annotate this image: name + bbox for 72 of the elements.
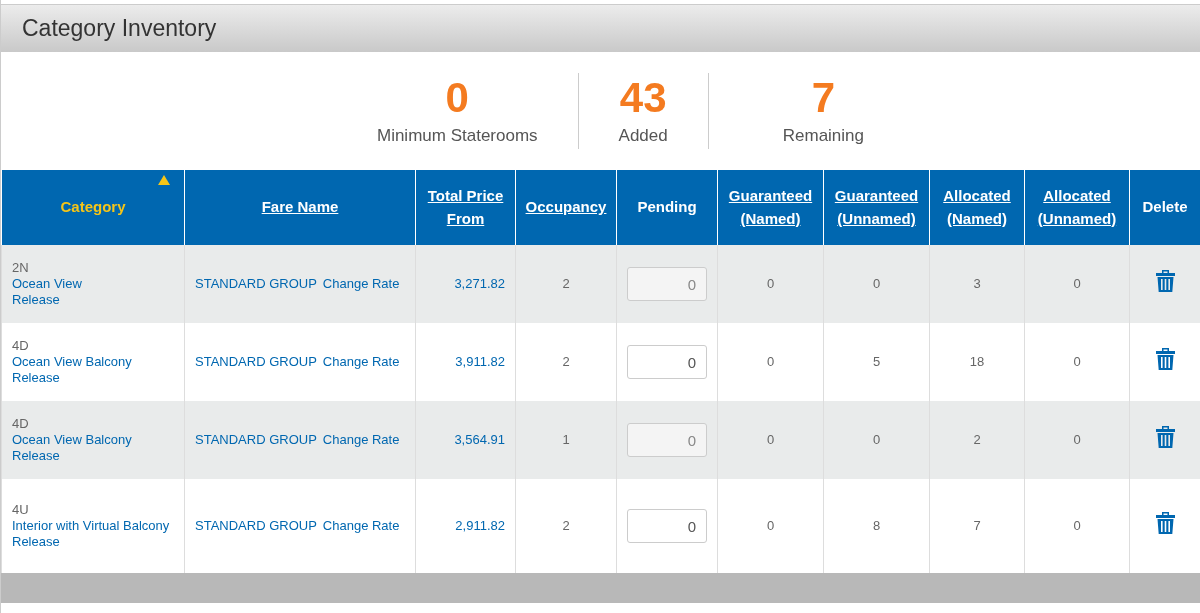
- category-code: 4U: [12, 502, 30, 518]
- change-rate-link[interactable]: Change Rate: [322, 276, 400, 292]
- column-header: Delete: [1142, 197, 1188, 218]
- stat-value: 7: [811, 73, 836, 124]
- table-cell: 2: [562, 276, 570, 292]
- column-header: Pending: [637, 197, 697, 218]
- column-header[interactable]: Fare Name: [261, 196, 339, 219]
- total-price-link[interactable]: 3,911.82: [455, 354, 505, 370]
- category-name-link[interactable]: Ocean View Balcony: [12, 354, 174, 370]
- fare-name: STANDARD GROUP: [195, 432, 317, 448]
- table-cell: 2: [562, 518, 570, 534]
- release-link[interactable]: Release: [12, 292, 174, 308]
- stat-label: Added: [618, 125, 668, 148]
- category-name-link[interactable]: Interior with Virtual Balcony: [12, 518, 174, 534]
- category-name-link[interactable]: Ocean View Balcony: [12, 432, 174, 448]
- fare-name: STANDARD GROUP: [195, 354, 317, 370]
- change-rate-link[interactable]: Change Rate: [322, 518, 400, 534]
- category-code: 2N: [12, 260, 30, 276]
- release-link[interactable]: Release: [12, 448, 174, 464]
- table-cell: 3: [973, 276, 981, 292]
- trash-icon: [1155, 426, 1175, 449]
- stat-value: 43: [619, 73, 667, 124]
- table-cell: 1: [562, 432, 570, 448]
- stat-label: Remaining: [782, 125, 864, 148]
- release-link[interactable]: Release: [12, 370, 174, 386]
- column-header[interactable]: Allocated (Unnamed): [1029, 185, 1125, 230]
- total-price-link[interactable]: 3,564.91: [454, 432, 505, 448]
- column-header[interactable]: Occupancy: [525, 196, 607, 219]
- trash-icon: [1155, 512, 1175, 535]
- table-cell: 0: [766, 432, 775, 448]
- delete-button[interactable]: [1155, 348, 1175, 371]
- change-rate-link[interactable]: Change Rate: [322, 354, 400, 370]
- category-code: 4D: [12, 338, 30, 354]
- total-price-link[interactable]: 3,271.82: [454, 276, 505, 292]
- delete-button[interactable]: [1155, 512, 1175, 535]
- column-header[interactable]: Allocated (Named): [934, 185, 1020, 230]
- fare-name: STANDARD GROUP: [195, 276, 317, 292]
- release-link[interactable]: Release: [12, 534, 174, 550]
- table-cell: 2: [973, 432, 981, 448]
- category-code: 4D: [12, 416, 30, 432]
- stat-value: 0: [445, 73, 469, 124]
- table-cell: 0: [766, 518, 775, 534]
- panel-title: Category Inventory: [22, 14, 217, 44]
- category-name-link[interactable]: Ocean View: [12, 276, 174, 292]
- table-cell: 5: [872, 354, 881, 370]
- trash-icon: [1155, 348, 1175, 371]
- table-cell: 0: [872, 432, 881, 448]
- table-cell: 0: [1073, 518, 1081, 534]
- table-cell: 0: [766, 276, 775, 292]
- table-cell: 0: [1073, 276, 1081, 292]
- table-cell: 8: [872, 518, 881, 534]
- delete-button[interactable]: [1155, 426, 1175, 449]
- pending-input[interactable]: 0: [627, 509, 707, 543]
- sort-ascending-icon: [158, 175, 170, 185]
- column-header[interactable]: Guaranteed (Named): [722, 185, 819, 230]
- table-cell: 2: [562, 354, 570, 370]
- table-cell: 0: [766, 354, 775, 370]
- fare-name: STANDARD GROUP: [195, 518, 317, 534]
- column-header[interactable]: Category: [60, 196, 126, 219]
- column-header[interactable]: Total Price From: [420, 185, 511, 230]
- table-cell: 0: [872, 276, 881, 292]
- table-cell: 18: [969, 354, 985, 370]
- delete-button[interactable]: [1155, 270, 1175, 293]
- table-cell: 0: [1073, 432, 1081, 448]
- total-price-link[interactable]: 2,911.82: [455, 518, 505, 534]
- change-rate-link[interactable]: Change Rate: [322, 432, 400, 448]
- stat-label: Minimum Staterooms: [376, 125, 538, 148]
- column-header[interactable]: Guaranteed (Unnamed): [828, 185, 925, 230]
- table-cell: 7: [973, 518, 981, 534]
- trash-icon: [1155, 270, 1175, 293]
- pending-input[interactable]: 0: [627, 345, 707, 379]
- table-cell: 0: [1073, 354, 1081, 370]
